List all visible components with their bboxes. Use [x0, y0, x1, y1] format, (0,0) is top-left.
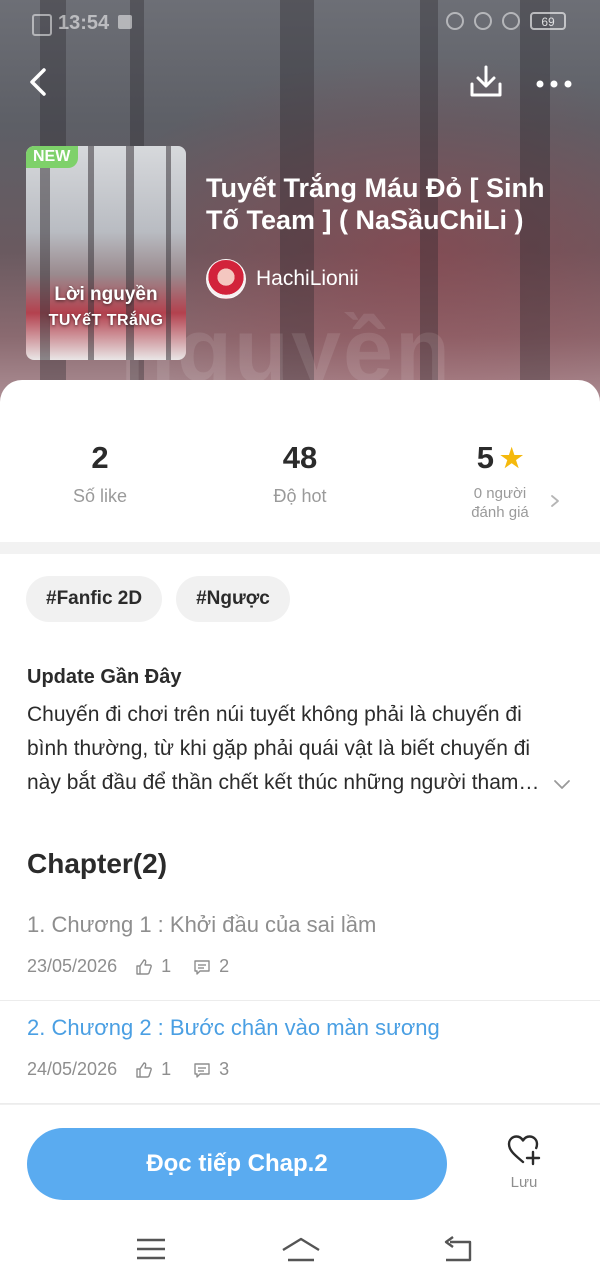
stat-rating[interactable]: 5 ★ 0 người đánh giá	[400, 438, 600, 522]
stats-row: 2 Số like 48 Độ hot 5 ★ 0 người đánh giá	[0, 380, 600, 542]
wifi-icon	[502, 12, 520, 30]
story-detail-screen: nguyền 13:54 69 NEW Lời nguyền TUYếT TRắ…	[0, 0, 600, 1287]
chevron-right-icon	[551, 495, 559, 507]
rating-count-label: 0 người	[473, 485, 527, 502]
chapter-title: 2. Chương 2 : Bước chân vào màn sương	[27, 1015, 440, 1040]
chapter-title: 1. Chương 1 : Khởi đầu của sai lầm	[27, 912, 377, 937]
star-icon: ★	[499, 443, 524, 473]
chapter-date: 23/05/2026	[27, 956, 118, 976]
comment-icon	[194, 1062, 210, 1078]
download-icon	[470, 65, 502, 97]
continue-reading-button[interactable]: Đọc tiếp Chap.2	[27, 1128, 447, 1200]
update-heading: Update Gần Đây	[27, 666, 182, 688]
cover-title-line1: Lời nguyền	[54, 284, 158, 305]
chapter-comments: 3	[219, 1059, 230, 1079]
save-label: Lưu	[510, 1174, 538, 1191]
stat-likes: 2 Số like	[0, 438, 200, 507]
new-badge: NEW	[26, 146, 79, 168]
hot-count: 48	[282, 440, 318, 475]
more-icon	[536, 80, 572, 88]
rating-caption-label: đánh giá	[471, 504, 529, 521]
chapter-likes: 1	[161, 956, 172, 976]
top-bar	[0, 58, 600, 108]
likes-label: Số like	[72, 486, 128, 506]
section-divider	[0, 542, 600, 554]
chapter-meta: 24/05/2026 1 3	[27, 1059, 251, 1080]
moon-icon	[474, 12, 492, 30]
back-button[interactable]	[22, 62, 58, 102]
likes-count: 2	[91, 440, 109, 475]
download-button[interactable]	[466, 62, 506, 102]
status-time: 13:54	[58, 12, 110, 34]
thumb-up-icon	[136, 1061, 152, 1078]
stat-hot: 48 Độ hot	[200, 438, 400, 507]
chapter-item[interactable]: 1. Chương 1 : Khởi đầu của sai lầm 23/05…	[0, 898, 600, 1001]
hot-label: Độ hot	[273, 486, 327, 506]
story-cover[interactable]: NEW Lời nguyền TUYếT TRắNG	[26, 146, 186, 360]
author-avatar	[206, 259, 246, 299]
update-description[interactable]: Chuyến đi chơi trên núi tuyết không phải…	[27, 698, 547, 800]
status-bar: 13:54 69	[0, 0, 600, 46]
thumb-up-icon	[136, 958, 152, 975]
battery-indicator: 69	[530, 12, 566, 30]
system-navigation-bar	[0, 1214, 600, 1287]
cover-title-line2: TUYếT TRắNG	[48, 312, 164, 329]
more-button[interactable]	[532, 62, 576, 102]
home-icon[interactable]	[280, 1234, 322, 1264]
menu-icon[interactable]	[133, 1234, 169, 1264]
tag-list: #Fanfic 2D #Ngược	[26, 576, 290, 622]
chevron-down-icon[interactable]	[553, 775, 571, 793]
chapter-likes: 1	[161, 1059, 172, 1079]
back-icon	[30, 68, 46, 96]
back-nav-icon[interactable]	[440, 1234, 476, 1264]
save-button[interactable]: Lưu	[494, 1133, 554, 1203]
chapter-comments: 2	[219, 956, 230, 976]
bottom-action-bar: Đọc tiếp Chap.2 Lưu	[0, 1104, 600, 1215]
story-title: Tuyết Trắng Máu Đỏ [ Sinh Tố Team ] ( Na…	[206, 173, 545, 235]
notification-icon	[32, 14, 52, 36]
tag-fanfic-2d[interactable]: #Fanfic 2D	[26, 576, 163, 622]
comment-icon	[194, 959, 210, 975]
chapter-meta: 23/05/2026 1 2	[27, 956, 251, 977]
chapter-date: 24/05/2026	[27, 1059, 118, 1079]
author-name: HachiLionii	[256, 267, 359, 290]
shopping-bag-icon	[118, 15, 132, 29]
author-link[interactable]: HachiLionii	[206, 258, 359, 300]
tag-nguoc[interactable]: #Ngược	[176, 576, 290, 622]
chapter-item[interactable]: 2. Chương 2 : Bước chân vào màn sương 24…	[0, 1001, 600, 1104]
heart-plus-icon	[507, 1135, 541, 1166]
rating-value: 5	[476, 440, 494, 475]
chapters-heading: Chapter(2)	[27, 848, 168, 879]
bluetooth-icon	[446, 12, 464, 30]
